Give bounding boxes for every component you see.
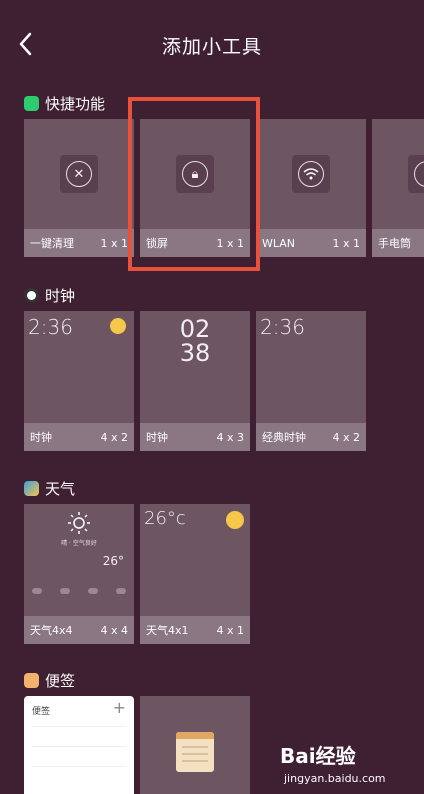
widget-footer: 时钟 4 x 2 [24, 423, 134, 451]
clock-icon [24, 287, 39, 303]
watermark-brand: Bai经验 [280, 744, 356, 768]
quick-section-icon [24, 95, 39, 111]
clock-time: 2:36 [28, 315, 73, 339]
widget-size: 1 x 1 [216, 236, 245, 250]
sun-icon [68, 512, 90, 534]
section-clock-header: 时钟 [24, 285, 75, 305]
widget-one-click-clean[interactable]: ✕ 一键清理 1 x 1 [24, 119, 134, 257]
widget-wlan[interactable]: WLAN 1 x 1 [256, 119, 366, 257]
weather-section-icon [24, 480, 39, 496]
weather-desc: 晴 · 空气良好 [61, 540, 97, 547]
widget-label: 天气4x1 [146, 624, 189, 637]
widget-label: 手电筒 [378, 237, 411, 250]
divider [32, 746, 126, 747]
widget-footer: 锁屏 1 x 1 [140, 229, 250, 257]
widget-footer: 手电筒 [372, 229, 424, 257]
widget-label: 锁屏 [146, 237, 168, 250]
widget-classic-clock[interactable]: 2:36 经典时钟 4 x 2 [256, 311, 366, 451]
close-icon: ✕ [60, 155, 98, 193]
top-bar: 添加小工具 [0, 0, 424, 88]
memo-icon [176, 732, 214, 772]
widget-size: 4 x 2 [332, 430, 361, 444]
widget-label: 时钟 [30, 431, 52, 444]
widget-footer: 天气4x4 4 x 4 [24, 616, 134, 644]
widget-label: 天气4x4 [30, 624, 73, 637]
notes-section-icon [24, 672, 39, 688]
wifi-icon [292, 155, 330, 193]
widget-footer: 时钟 4 x 3 [140, 423, 250, 451]
widget-flashlight[interactable]: 手电筒 [372, 119, 424, 257]
cloud-icon [88, 588, 98, 594]
widget-notes-memo[interactable] [140, 696, 250, 794]
cloud-icon [116, 588, 126, 594]
widget-label: 时钟 [146, 431, 168, 444]
widget-label: 一键清理 [30, 237, 74, 250]
section-clock-label: 时钟 [45, 286, 76, 305]
watermark-url: jingyan.baidu.com [284, 772, 386, 785]
widget-size: 4 x 3 [216, 430, 245, 444]
clock-hour: 02 [179, 315, 211, 343]
section-notes-header: 便签 [24, 670, 75, 690]
widget-clock-4x2[interactable]: 2:36 时钟 4 x 2 [24, 311, 134, 451]
widget-footer: WLAN 1 x 1 [256, 229, 366, 257]
widget-size: 1 x 1 [100, 236, 129, 250]
widget-footer: 天气4x1 4 x 1 [140, 616, 250, 644]
widget-weather-4x4[interactable]: 晴 · 空气良好 26° 天气4x4 4 x 4 [24, 504, 134, 644]
cloud-icon [32, 588, 42, 594]
widget-label: 经典时钟 [262, 431, 306, 444]
section-weather-header: 天气 [24, 478, 75, 498]
plus-icon: + [112, 698, 126, 717]
clock-time: 2:36 [260, 315, 305, 339]
widget-lock-screen[interactable]: 🔒︎ 锁屏 1 x 1 [140, 119, 250, 257]
section-notes-label: 便签 [45, 671, 76, 690]
clock-minute: 38 [179, 339, 211, 367]
divider [32, 766, 126, 767]
watermark: Bai经验 jingyan.baidu.com [280, 738, 424, 794]
section-weather-label: 天气 [45, 479, 76, 498]
widget-clock-4x3[interactable]: 02 38 时钟 4 x 3 [140, 311, 250, 451]
widget-label: WLAN [262, 236, 296, 250]
widget-weather-4x1[interactable]: 26°c 天气4x1 4 x 1 [140, 504, 250, 644]
flashlight-icon [408, 155, 424, 193]
sun-icon [110, 318, 126, 334]
section-quick-label: 快捷功能 [45, 94, 106, 113]
widget-size: 4 x 2 [100, 430, 129, 444]
divider [32, 726, 126, 727]
weather-temp: 26° [102, 554, 124, 568]
widget-notes-list[interactable]: 便签 + [24, 696, 134, 794]
widget-size: 1 x 1 [332, 236, 361, 250]
widget-footer: 一键清理 1 x 1 [24, 229, 134, 257]
widget-size: 4 x 1 [216, 623, 245, 637]
weather-forecast-row [32, 580, 126, 600]
sun-icon [226, 511, 244, 529]
widget-footer: 经典时钟 4 x 2 [256, 423, 366, 451]
cloud-icon [60, 588, 70, 594]
notes-title: 便签 [32, 707, 51, 717]
weather-temp: 26°c [144, 508, 186, 529]
page-title: 添加小工具 [161, 36, 262, 58]
section-quick-header: 快捷功能 [24, 93, 105, 113]
widget-size: 4 x 4 [100, 623, 129, 637]
lock-icon: 🔒︎ [176, 155, 214, 193]
